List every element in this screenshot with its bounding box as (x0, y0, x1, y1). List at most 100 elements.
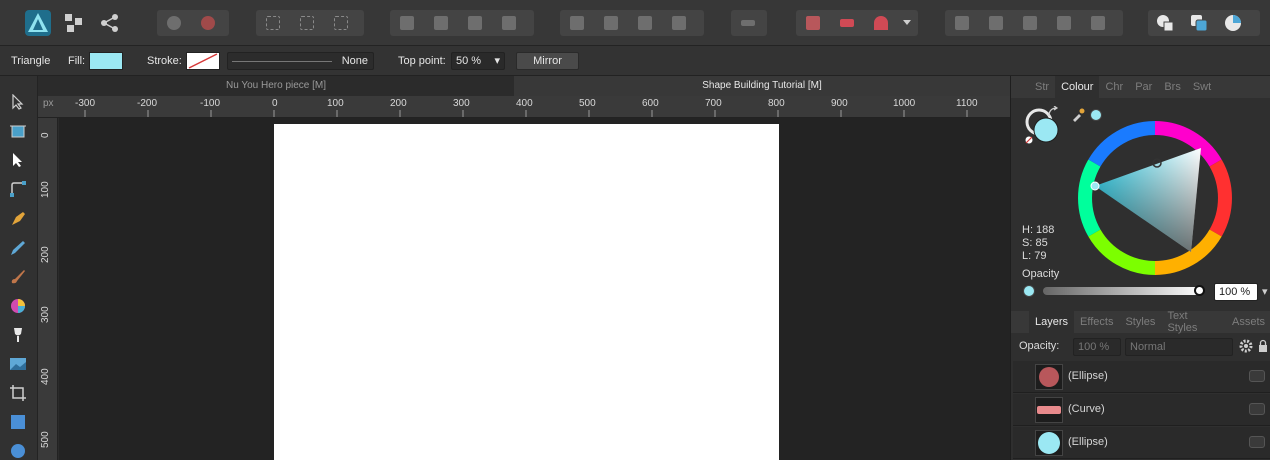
tab-colour[interactable]: Colour (1055, 76, 1100, 98)
lock-icon[interactable] (1258, 339, 1268, 353)
chevron-down-icon[interactable]: ▾ (1262, 285, 1268, 298)
front-icon[interactable] (492, 10, 526, 36)
gear-icon[interactable] (1239, 339, 1253, 353)
transform-icon[interactable] (256, 10, 290, 36)
chevron-down-icon: ▾ (494, 55, 500, 67)
add-icon[interactable] (945, 10, 979, 36)
ruler-v-label: 500 (40, 431, 51, 448)
flip-v-icon[interactable] (594, 10, 628, 36)
pixel-persona-icon[interactable] (60, 9, 88, 37)
doc-tab-nu-you[interactable]: Nu You Hero piece [M] (38, 76, 514, 96)
blend-mode-select[interactable]: Normal (1125, 338, 1233, 356)
divide-icon[interactable] (1081, 10, 1115, 36)
layer-thumbnail (1035, 430, 1063, 456)
pen-tool-icon[interactable] (8, 209, 28, 229)
artboard[interactable] (274, 124, 779, 460)
opacity-slider-thumb[interactable] (1194, 285, 1205, 296)
crop-tool-icon[interactable] (8, 383, 28, 403)
designer-persona-icon[interactable] (24, 9, 52, 37)
layer-row[interactable]: (Curve) (1013, 394, 1270, 426)
tab-text-styles[interactable]: Text Styles (1161, 310, 1226, 334)
back-icon[interactable] (390, 10, 424, 36)
ruler-v-label: 100 (40, 181, 51, 198)
opacity-field[interactable]: 100 % (1214, 283, 1258, 301)
top-point-value: 50 % (456, 55, 482, 67)
toolbar-group-arrange (157, 10, 229, 36)
visibility-toggle[interactable] (1249, 370, 1265, 382)
magnet-icon[interactable] (864, 10, 898, 36)
snap-to-icon[interactable] (830, 10, 864, 36)
layer-opacity-field[interactable]: 100 % (1073, 338, 1121, 356)
tab-layers[interactable]: Layers (1029, 311, 1075, 333)
canvas[interactable] (59, 118, 1010, 460)
subtract-icon[interactable] (979, 10, 1013, 36)
align-icon[interactable] (731, 10, 765, 36)
grid-icon[interactable] (796, 10, 830, 36)
toolbar-group-flip (560, 10, 704, 36)
ruler-v-label: 300 (40, 306, 51, 323)
rotate-icon[interactable] (324, 10, 358, 36)
toolbar-group-align (731, 10, 767, 36)
stroke-width-slider[interactable]: None (227, 52, 374, 70)
visibility-toggle[interactable] (1249, 403, 1265, 415)
fill-tool-icon[interactable] (8, 296, 28, 316)
colour-panel-icon[interactable] (1148, 10, 1182, 36)
toolbar-group-geometry (945, 10, 1123, 36)
tab-swatches[interactable]: Swt (1187, 81, 1217, 93)
exclude-icon[interactable] (191, 10, 225, 36)
boolean-icon[interactable] (157, 10, 191, 36)
brush-tool-icon[interactable] (8, 267, 28, 287)
xor-icon[interactable] (1047, 10, 1081, 36)
back-one-icon[interactable] (424, 10, 458, 36)
tab-brushes[interactable]: Brs (1158, 81, 1187, 93)
colour-wheel[interactable] (1077, 120, 1233, 276)
layer-row[interactable]: (Ellipse) (1013, 361, 1270, 393)
rectangle-tool-icon[interactable] (8, 412, 28, 432)
horizontal-ruler: px -300 -200 -100 0 100 200 300 400 500 … (38, 96, 1010, 118)
export-persona-icon[interactable] (96, 9, 124, 37)
stroke-swatch[interactable] (186, 52, 220, 70)
pencil-tool-icon[interactable] (8, 238, 28, 258)
visibility-toggle[interactable] (1249, 436, 1265, 448)
layers-panel-icon[interactable] (1182, 10, 1216, 36)
tab-effects[interactable]: Effects (1074, 316, 1119, 328)
tab-paragraph[interactable]: Par (1129, 81, 1158, 93)
layer-name: (Curve) (1068, 403, 1105, 415)
layer-name: (Ellipse) (1068, 436, 1108, 448)
flip-h-icon[interactable] (560, 10, 594, 36)
place-image-icon[interactable] (8, 354, 28, 374)
intersect-icon[interactable] (1013, 10, 1047, 36)
node-tool-icon[interactable] (8, 150, 28, 170)
tab-stroke[interactable]: Str (1011, 81, 1055, 93)
ellipse-tool-icon[interactable] (8, 441, 28, 460)
rotate-right-icon[interactable] (662, 10, 696, 36)
swap-icon[interactable] (1047, 105, 1061, 118)
fill-swatch[interactable] (89, 52, 123, 70)
forward-one-icon[interactable] (458, 10, 492, 36)
mirror-button[interactable]: Mirror (516, 52, 579, 70)
pie-icon[interactable] (1216, 10, 1250, 36)
rotate-left-icon[interactable] (628, 10, 662, 36)
layer-row[interactable]: (Ellipse) (1013, 427, 1270, 459)
stroke-slider-track (232, 61, 332, 62)
transparency-tool-icon[interactable] (8, 325, 28, 345)
toolbar-group-transform (256, 10, 364, 36)
stroke-label: Stroke: (147, 55, 182, 67)
tools-panel (0, 76, 38, 460)
tab-assets[interactable]: Assets (1226, 316, 1270, 328)
doc-tab-shape-building[interactable]: Shape Building Tutorial [M] (514, 76, 1010, 96)
corner-icon[interactable] (290, 10, 324, 36)
document-tabs: Nu You Hero piece [M] Shape Building Tut… (38, 76, 1010, 96)
saturation-value: S: 85 (1022, 237, 1048, 249)
vertical-ruler: 0 100 200 300 400 500 (38, 118, 58, 460)
opacity-slider[interactable] (1043, 287, 1203, 295)
artboard-tool-icon[interactable] (8, 121, 28, 141)
ruler-h-ticks (84, 110, 968, 117)
tab-styles[interactable]: Styles (1119, 316, 1161, 328)
chevron-down-icon[interactable] (898, 10, 916, 36)
top-point-field[interactable]: 50 % ▾ (451, 52, 505, 70)
layer-thumbnail (1035, 397, 1063, 423)
corner-tool-icon[interactable] (8, 179, 28, 199)
move-tool-icon[interactable] (8, 92, 28, 112)
tab-character[interactable]: Chr (1099, 81, 1129, 93)
